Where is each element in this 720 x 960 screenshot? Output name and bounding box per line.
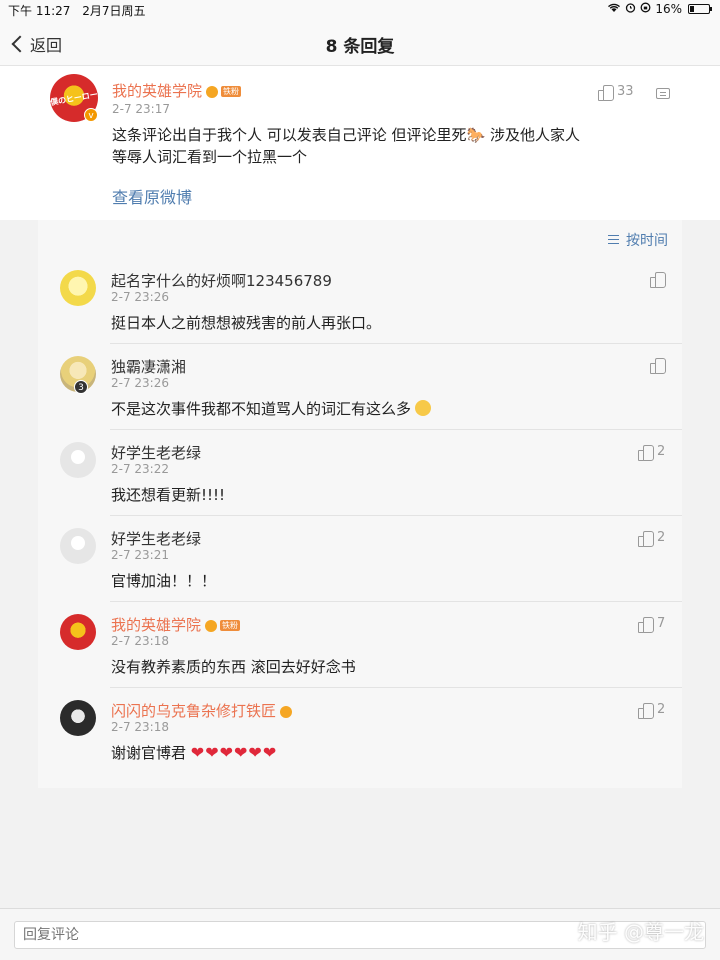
status-bar: 下午 11:27 2月7日周五 16% — [0, 0, 720, 20]
main-comment: 僕のヒーロー v 我的英雄学院 铁粉 2-7 23:17 33 这条评论出自于我个… — [0, 66, 720, 220]
reply-comment-input[interactable] — [14, 921, 706, 949]
reply-item: 好学生老老绿 2-7 23:22 我还想看更新!!!! 2 — [38, 430, 682, 516]
comment-text: 这条评论出自于我个人 可以发表自己评论 但评论里死🐎 涉及他人家人 等辱人词汇看… — [112, 124, 702, 168]
view-original-link[interactable]: 查看原微博 — [112, 184, 192, 208]
thumbs-up-icon — [638, 530, 654, 547]
avatar[interactable] — [60, 700, 96, 736]
username-text: 闪闪的乌克鲁杂修打铁匠 — [111, 702, 277, 720]
thumbs-up-icon — [638, 616, 654, 633]
sort-icon — [608, 234, 622, 246]
heart-emoji-icons: ❤❤❤❤❤❤ — [190, 743, 278, 762]
reply-username[interactable]: 独霸凄潇湘 — [111, 356, 186, 377]
reply-time: 2-7 23:22 — [111, 462, 169, 476]
level-badge: 3 — [74, 380, 88, 394]
battery-percent: 16% — [655, 2, 682, 16]
nav-bar: 返回 8 条回复 — [0, 20, 720, 66]
page-title: 8 条回复 — [325, 37, 395, 57]
avatar-logo-text: 僕のヒーロー — [50, 90, 98, 108]
crown-badge-icon — [205, 619, 218, 632]
reply-time: 2-7 23:26 — [111, 290, 169, 304]
like-button[interactable]: 33 — [598, 84, 634, 101]
status-date: 2月7日周五 — [82, 4, 146, 18]
like-button[interactable]: 2 — [638, 530, 666, 547]
avatar[interactable] — [60, 528, 96, 564]
fan-badge: 铁粉 — [221, 86, 242, 97]
username-text: 我的英雄学院 — [111, 616, 202, 634]
thumbs-up-icon — [638, 702, 654, 719]
reply-text: 不是这次事件我都不知道骂人的词汇有这么多 — [111, 398, 432, 420]
reply-icon[interactable] — [656, 88, 670, 99]
username-text: 我的英雄学院 — [112, 82, 203, 100]
reply-item: 闪闪的乌克鲁杂修打铁匠 2-7 23:18 谢谢官博君 ❤❤❤❤❤❤ 2 — [38, 688, 682, 774]
like-count: 33 — [617, 84, 634, 99]
like-count: 7 — [657, 616, 666, 631]
reply-time: 2-7 23:26 — [111, 376, 169, 390]
reply-item: 好学生老老绿 2-7 23:21 官博加油！！！ 2 — [38, 516, 682, 602]
reply-username[interactable]: 我的英雄学院 铁粉 — [111, 614, 241, 635]
reply-time: 2-7 23:18 — [111, 720, 169, 734]
reply-input-bar — [0, 908, 720, 960]
like-count: 2 — [657, 702, 666, 717]
avatar[interactable] — [60, 614, 96, 650]
like-button[interactable] — [650, 358, 669, 374]
reply-text: 挺日本人之前想想被残害的前人再张口。 — [111, 314, 382, 332]
battery-icon — [688, 4, 712, 14]
comment-username[interactable]: 我的英雄学院 铁粉 — [112, 80, 242, 101]
verified-badge-icon: v — [84, 108, 98, 122]
reply-time: 2-7 23:21 — [111, 548, 169, 562]
reply-text: 官博加油！！！ — [111, 572, 217, 590]
comment-text-line-2: 等辱人词汇看到一个拉黑一个 — [112, 148, 308, 166]
sort-label: 按时间 — [626, 233, 668, 249]
reply-text: 没有教养素质的东西 滚回去好好念书 — [111, 658, 356, 676]
crown-badge-icon — [280, 705, 293, 718]
fan-badge: 铁粉 — [220, 620, 241, 631]
alarm-icon — [625, 2, 636, 16]
reply-text-content: 不是这次事件我都不知道骂人的词汇有这么多 — [111, 400, 412, 418]
like-button[interactable]: 2 — [638, 702, 666, 719]
reply-time: 2-7 23:18 — [111, 634, 169, 648]
orientation-lock-icon — [640, 2, 651, 16]
thumbs-up-icon — [650, 358, 666, 374]
like-button[interactable] — [650, 272, 669, 288]
like-button[interactable]: 2 — [638, 444, 666, 461]
like-button[interactable]: 7 — [638, 616, 666, 633]
thumbs-up-icon — [638, 444, 654, 461]
sort-by-time-button[interactable]: 按时间 — [608, 230, 668, 250]
reply-list-panel: 按时间 起名字什么的好烦啊123456789 2-7 23:26 挺日本人之前想… — [38, 220, 682, 788]
reply-item: 我的英雄学院 铁粉 2-7 23:18 没有教养素质的东西 滚回去好好念书 7 — [38, 602, 682, 688]
reply-username[interactable]: 好学生老老绿 — [111, 528, 201, 549]
reply-item: 3 独霸凄潇湘 2-7 23:26 不是这次事件我都不知道骂人的词汇有这么多 — [38, 344, 682, 430]
reply-text: 我还想看更新!!!! — [111, 486, 226, 504]
avatar[interactable] — [60, 270, 96, 306]
wifi-icon — [607, 2, 621, 16]
reply-text: 谢谢官博君 ❤❤❤❤❤❤ — [111, 742, 277, 764]
avatar[interactable] — [60, 442, 96, 478]
reply-username[interactable]: 好学生老老绿 — [111, 442, 201, 463]
crown-badge-icon — [206, 85, 219, 98]
reply-text-content: 谢谢官博君 — [111, 744, 187, 762]
reply-username[interactable]: 闪闪的乌克鲁杂修打铁匠 — [111, 700, 293, 721]
comment-time: 2-7 23:17 — [112, 102, 170, 116]
like-count: 2 — [657, 444, 666, 459]
thumbs-up-icon — [650, 272, 666, 288]
reply-username[interactable]: 起名字什么的好烦啊123456789 — [111, 270, 332, 291]
status-time: 下午 11:27 — [8, 4, 71, 18]
reply-item: 起名字什么的好烦啊123456789 2-7 23:26 挺日本人之前想想被残害… — [38, 258, 682, 344]
thumbs-up-icon — [598, 84, 614, 101]
shy-emoji-icon — [415, 400, 432, 416]
like-count: 2 — [657, 530, 666, 545]
comment-text-line-1: 这条评论出自于我个人 可以发表自己评论 但评论里死🐎 涉及他人家人 — [112, 126, 580, 144]
